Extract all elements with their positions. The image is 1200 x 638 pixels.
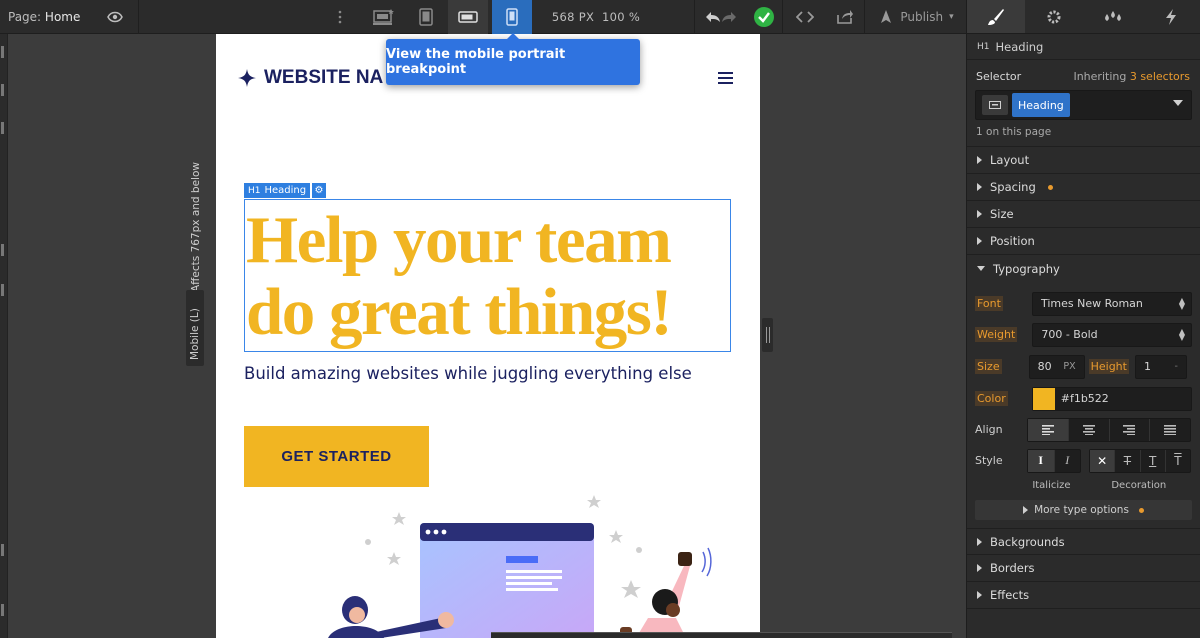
hamburger-menu-icon[interactable] bbox=[718, 72, 733, 87]
italic-on-icon[interactable]: I bbox=[1055, 450, 1081, 472]
inheriting-info[interactable]: Inheriting 3 selectors bbox=[1073, 70, 1190, 83]
breakpoint-tag: Mobile (L) bbox=[186, 290, 204, 366]
chevron-down-icon[interactable] bbox=[1173, 100, 1183, 106]
more-vertical-icon[interactable] bbox=[330, 0, 350, 34]
element-badge[interactable]: H1 Heading bbox=[244, 183, 311, 198]
section-layout[interactable]: Layout bbox=[967, 147, 1200, 174]
interactions-bolt-icon[interactable] bbox=[1142, 0, 1200, 33]
canvas-resize-handle[interactable] bbox=[762, 318, 773, 352]
italic-segmented: I I bbox=[1027, 448, 1081, 473]
style-sub-labels: Italicize Decoration bbox=[975, 476, 1192, 494]
page-prefix: Page: bbox=[8, 10, 42, 24]
selected-element-header: H1 Heading bbox=[967, 34, 1200, 60]
height-label: Height bbox=[1088, 359, 1129, 374]
mobile-landscape-breakpoint-icon[interactable] bbox=[448, 0, 488, 34]
line-height-input[interactable]: 1- bbox=[1134, 354, 1187, 379]
page-selector[interactable]: Page: Home bbox=[8, 0, 80, 34]
panel-tabs bbox=[967, 0, 1200, 34]
section-effects[interactable]: Effects bbox=[967, 582, 1200, 609]
left-toolbar-strip bbox=[0, 34, 8, 638]
size-input[interactable]: 80 PX bbox=[1028, 354, 1085, 379]
code-icon[interactable] bbox=[788, 0, 822, 34]
hero-illustration bbox=[216, 490, 760, 638]
canvas-size-readout: 568 PX 100 % bbox=[548, 0, 644, 34]
mobile-portrait-breakpoint-icon[interactable] bbox=[492, 0, 532, 34]
chevron-down-icon: ▾ bbox=[949, 12, 954, 22]
hero-heading-line1: Help your team bbox=[246, 203, 672, 277]
style-panel: H1 Heading Selector Inheriting 3 selecto… bbox=[966, 0, 1200, 638]
export-icon[interactable] bbox=[828, 0, 862, 34]
size-label: Size bbox=[975, 359, 1002, 374]
align-left-icon[interactable] bbox=[1028, 418, 1069, 441]
selector-label: Selector bbox=[976, 70, 1022, 83]
settings-gear-icon[interactable] bbox=[1025, 0, 1083, 33]
decoration-label: Decoration bbox=[1111, 479, 1167, 491]
align-label: Align bbox=[975, 423, 1003, 436]
selected-element-tag: H1 bbox=[977, 41, 990, 52]
align-justify-icon[interactable] bbox=[1150, 419, 1190, 441]
section-borders[interactable]: Borders bbox=[967, 555, 1200, 582]
section-size[interactable]: Size bbox=[967, 201, 1200, 228]
section-position[interactable]: Position bbox=[967, 228, 1200, 255]
section-backgrounds[interactable]: Backgrounds bbox=[967, 528, 1200, 555]
page-name: Home bbox=[44, 10, 81, 24]
italic-off-icon[interactable]: I bbox=[1028, 449, 1055, 472]
sparkle-icon bbox=[238, 69, 256, 87]
tablet-breakpoint-icon[interactable] bbox=[406, 0, 446, 34]
top-toolbar: Page: Home 568 PX 100 % Publish ▾ bbox=[0, 0, 966, 34]
hero-heading-line2: do great things! bbox=[246, 275, 673, 349]
section-spacing[interactable]: Spacing bbox=[967, 174, 1200, 201]
rocket-icon bbox=[881, 10, 892, 23]
preview-eye-icon[interactable] bbox=[100, 0, 130, 34]
publish-label: Publish bbox=[900, 10, 944, 24]
align-segmented bbox=[1027, 417, 1191, 442]
section-typography[interactable]: Typography bbox=[967, 255, 1200, 282]
underline-icon[interactable]: T bbox=[1141, 449, 1166, 472]
align-right-icon[interactable] bbox=[1110, 418, 1151, 441]
weight-label: Weight bbox=[975, 327, 1018, 342]
selector-chip[interactable]: Heading bbox=[1012, 93, 1070, 117]
color-label: Color bbox=[975, 391, 1008, 406]
zoom-level: 100 % bbox=[602, 10, 641, 24]
keyboard-icon[interactable] bbox=[982, 95, 1008, 115]
modified-dot-icon bbox=[1047, 184, 1053, 190]
style-label: Style bbox=[975, 454, 1003, 467]
on-page-count: 1 on this page bbox=[967, 120, 1200, 147]
align-center-icon[interactable] bbox=[1069, 418, 1110, 441]
more-type-options-button[interactable]: More type options bbox=[975, 500, 1192, 520]
canvas-bottom-scrollbar[interactable] bbox=[491, 632, 952, 638]
italicize-label: Italicize bbox=[1032, 479, 1071, 491]
publish-button[interactable]: Publish ▾ bbox=[870, 0, 962, 34]
element-badge-label: Heading bbox=[264, 185, 307, 196]
font-select[interactable]: Times New Roman ▲ ▼ bbox=[1031, 291, 1192, 316]
selector-field[interactable]: Heading bbox=[975, 90, 1192, 120]
selected-element-name: Heading bbox=[995, 39, 1044, 54]
typography-controls: Font Times New Roman ▲ ▼ Weight 700 - Bold… bbox=[967, 282, 1200, 528]
color-input[interactable]: #f1b522 bbox=[1031, 386, 1192, 411]
check-status-icon[interactable] bbox=[748, 0, 780, 34]
get-started-button[interactable]: GET STARTED bbox=[244, 426, 429, 487]
brand-name: WEBSITE NA bbox=[264, 67, 384, 88]
style-brush-icon[interactable] bbox=[967, 0, 1026, 33]
hero-heading[interactable]: Help your team do great things! bbox=[246, 204, 730, 348]
weight-select[interactable]: 700 - Bold ▲ ▼ bbox=[1032, 322, 1192, 347]
strikethrough-icon[interactable]: T bbox=[1115, 449, 1141, 472]
element-badge-tag: H1 bbox=[248, 185, 261, 196]
element-settings-gear-icon[interactable]: ⚙ bbox=[311, 183, 326, 198]
modified-dot-icon bbox=[1138, 507, 1144, 513]
overline-icon[interactable]: T bbox=[1166, 450, 1190, 472]
font-label: Font bbox=[975, 296, 1003, 311]
undo-redo[interactable] bbox=[700, 0, 742, 34]
color-swatch[interactable] bbox=[1032, 387, 1055, 410]
decoration-segmented: ✕ T T T bbox=[1089, 448, 1191, 473]
selector-row: Selector Inheriting 3 selectors bbox=[967, 60, 1200, 87]
canvas-width: 568 PX bbox=[551, 10, 595, 24]
decoration-none-icon[interactable]: ✕ bbox=[1090, 449, 1116, 472]
hero-subtext: Build amazing websites while juggling ev… bbox=[244, 364, 692, 383]
brand-logo[interactable]: WEBSITE NA bbox=[238, 67, 383, 89]
desktop-breakpoint-icon[interactable] bbox=[364, 0, 404, 34]
style-manager-drops-icon[interactable] bbox=[1084, 0, 1142, 33]
breakpoint-tooltip: View the mobile portrait breakpoint bbox=[386, 33, 640, 85]
